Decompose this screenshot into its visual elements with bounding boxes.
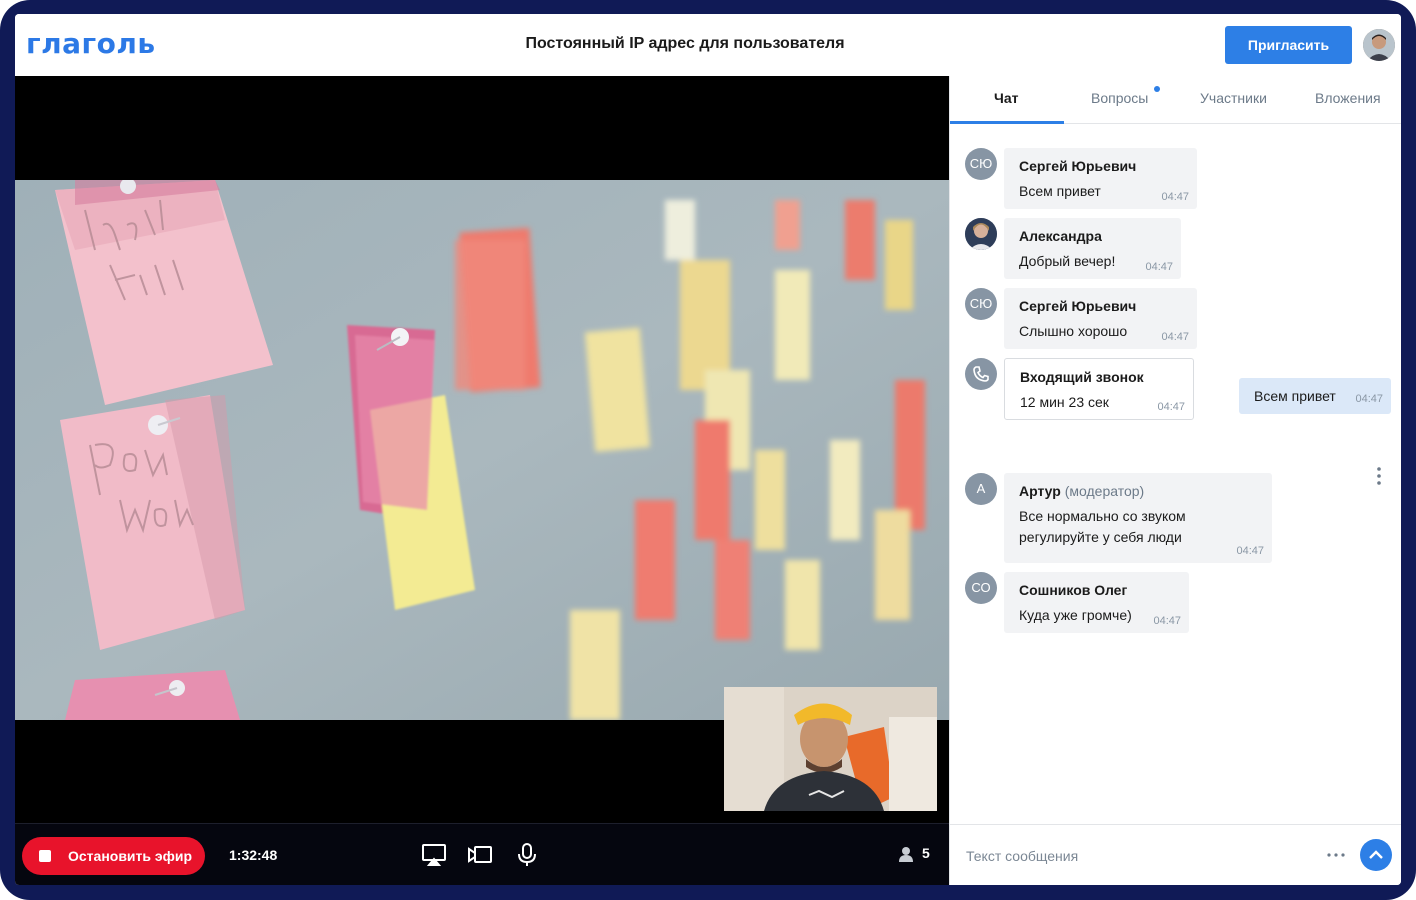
message-text-line: Все нормально со звуком: [1019, 508, 1186, 524]
message-composer: [950, 824, 1401, 885]
header: глаголь Постоянный IP адрес для пользова…: [15, 14, 1401, 76]
viewers-icon: [898, 846, 916, 870]
message-text: Куда уже громче): [1019, 607, 1132, 623]
invite-button[interactable]: Пригласить: [1225, 26, 1352, 64]
message-text-line: регулируйте у себя люди: [1019, 529, 1182, 545]
user-avatar[interactable]: [1363, 29, 1395, 61]
avatar: [965, 218, 997, 250]
avatar: СЮ: [965, 288, 997, 320]
tab-attachments[interactable]: Вложения: [1315, 90, 1381, 106]
app-window: глаголь Постоянный IP адрес для пользова…: [15, 14, 1401, 885]
call-notification: Входящий звонок 12 мин 23 сек 04:47: [1004, 358, 1194, 420]
message-text: Всем привет: [1019, 183, 1101, 199]
message-author: Александра: [1019, 228, 1102, 244]
send-button[interactable]: [1360, 839, 1392, 871]
call-duration: 12 мин 23 сек: [1020, 394, 1109, 410]
tab-chat[interactable]: Чат: [994, 90, 1018, 106]
avatar: СО: [965, 572, 997, 604]
page-title: Постоянный IP адрес для пользователя: [525, 35, 845, 52]
message-time: 04:47: [1157, 401, 1185, 413]
message-author: Сошников Олег: [1019, 582, 1128, 598]
tab-participants[interactable]: Участники: [1200, 90, 1267, 106]
message-author: Сергей Юрьевич: [1019, 158, 1137, 174]
message-time: 04:47: [1161, 331, 1189, 343]
phone-icon: [965, 358, 997, 390]
unread-dot: [1154, 86, 1160, 92]
message-time: 04:47: [1145, 261, 1173, 273]
message-author-name: Артур: [1019, 483, 1061, 499]
avatar: СЮ: [965, 148, 997, 180]
avatar: А: [965, 473, 997, 505]
app-logo[interactable]: глаголь: [26, 27, 156, 60]
panel-tabs: Чат Вопросы Участники Вложения: [950, 76, 1401, 124]
message-time: 04:47: [1236, 545, 1264, 557]
main-video-feed: [15, 180, 949, 720]
stop-broadcast-label: Остановить эфир: [68, 848, 193, 864]
chat-message: Александра Добрый вечер! 04:47: [1004, 218, 1181, 279]
message-author: Сергей Юрьевич: [1019, 298, 1137, 314]
message-text: Слышно хорошо: [1019, 323, 1128, 339]
tab-questions[interactable]: Вопросы: [1091, 90, 1148, 106]
chat-message: Сергей Юрьевич Всем привет 04:47: [1004, 148, 1197, 209]
broadcast-timer: 1:32:48: [229, 847, 278, 863]
video-stage[interactable]: [15, 76, 949, 823]
kebab-menu-icon[interactable]: [1370, 464, 1388, 488]
message-text: Всем привет: [1254, 388, 1336, 404]
message-time: 04:47: [1153, 615, 1181, 627]
message-author: Артур (модератор): [1019, 483, 1144, 499]
active-tab-indicator: [950, 121, 1064, 124]
camera-switch-icon[interactable]: [467, 843, 493, 867]
chat-message: Сергей Юрьевич Слышно хорошо 04:47: [1004, 288, 1197, 349]
message-text: Добрый вечер!: [1019, 253, 1116, 269]
message-time: 04:47: [1161, 191, 1189, 203]
chat-panel: Чат Вопросы Участники Вложения СЮ Сергей…: [949, 76, 1401, 885]
screen-share-icon[interactable]: [421, 843, 447, 867]
stop-broadcast-button[interactable]: Остановить эфир: [22, 837, 205, 875]
chevron-up-icon: [1369, 850, 1383, 859]
call-title: Входящий звонок: [1020, 369, 1144, 385]
moderator-badge: (модератор): [1064, 483, 1145, 499]
chat-message: Сошников Олег Куда уже громче) 04:47: [1004, 572, 1189, 633]
self-view-video[interactable]: [724, 687, 937, 811]
broadcast-controls: Остановить эфир 1:32:48 5: [15, 823, 949, 885]
more-options-icon[interactable]: [1326, 845, 1346, 865]
message-time: 04:47: [1355, 393, 1383, 405]
microphone-icon[interactable]: [514, 843, 540, 867]
own-chat-message: Всем привет 04:47: [1239, 378, 1391, 414]
stop-icon: [39, 850, 51, 862]
chat-message: Артур (модератор) Все нормально со звуко…: [1004, 473, 1272, 563]
message-input[interactable]: [964, 843, 1298, 869]
viewers-count: 5: [922, 845, 930, 861]
